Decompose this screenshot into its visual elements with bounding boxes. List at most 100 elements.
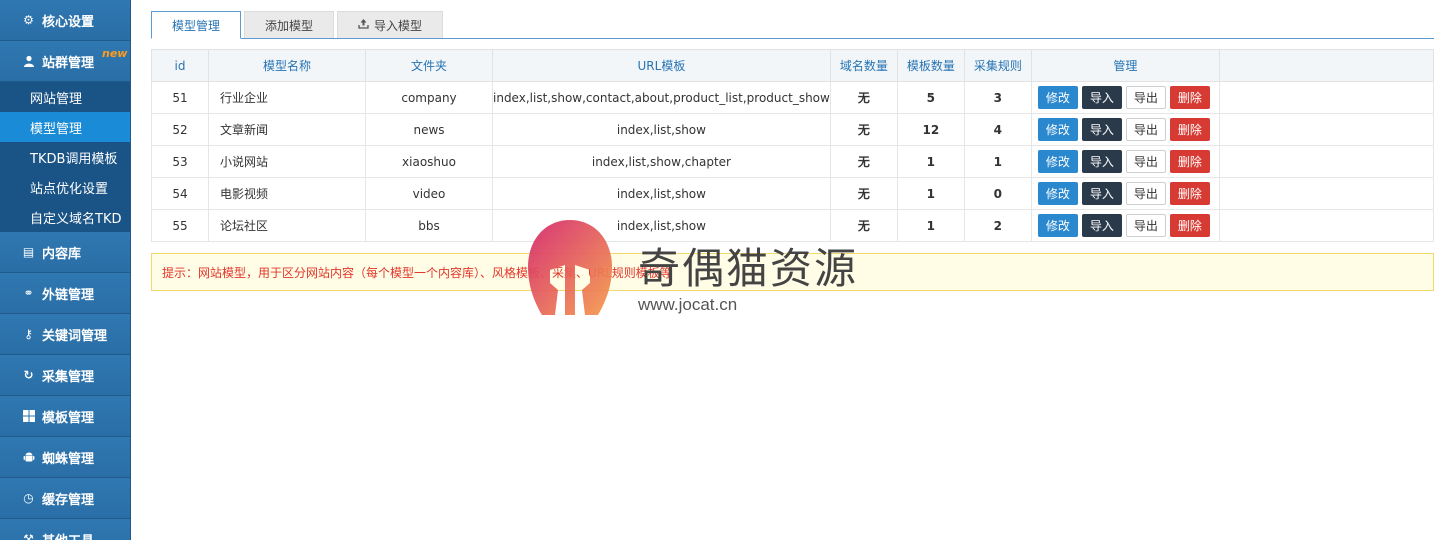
cell-url-template: index,list,show [492,113,831,146]
tab-import-model[interactable]: 导入模型 [337,11,444,38]
delete-button[interactable]: 删除 [1169,150,1210,173]
column-header-url-template: URL模板 [492,49,831,82]
cell-name: 电影视频 [208,177,366,210]
sidebar-subitem-model-manage[interactable]: 模型管理 [0,112,130,142]
delete-button[interactable]: 删除 [1169,118,1210,141]
windows-icon [22,410,35,423]
table-header-row: id 模型名称 文件夹 URL模板 域名数量 模板数量 采集规则 管理 [151,49,1434,82]
sidebar-item-other-tools[interactable]: ⚒ 其他工具 [0,519,130,540]
import-button[interactable]: 导入 [1081,182,1122,205]
link-icon: ⚭ [23,286,34,300]
export-button[interactable]: 导出 [1125,214,1166,237]
cell-template-count[interactable]: 5 [896,81,965,114]
sidebar-subitem-tkdb-template[interactable]: TKDB调用模板 [0,142,130,172]
delete-button[interactable]: 删除 [1169,86,1210,109]
cell-folder: video [365,177,493,210]
sidebar-item-label: 核心设置 [42,14,95,30]
cell-actions: 修改 导入 导出 删除 [1030,209,1220,242]
edit-button[interactable]: 修改 [1037,150,1078,173]
cell-id: 54 [151,177,209,210]
sidebar-item-label: 缓存管理 [42,492,95,508]
sidebar-item-site-group[interactable]: 站群管理 new [0,41,130,82]
delete-button[interactable]: 删除 [1169,182,1210,205]
cell-id: 52 [151,113,209,146]
column-header-template-count: 模板数量 [896,49,965,82]
sidebar-item-label: 站群管理 [42,55,95,71]
cell-folder: news [365,113,493,146]
cell-domain-count: 无 [829,177,898,210]
tab-add-model[interactable]: 添加模型 [244,11,335,38]
tab-model-manage[interactable]: 模型管理 [151,11,242,39]
table-row: 51 行业企业 company index,list,show,contact,… [151,81,1434,114]
table-row: 55 论坛社区 bbs index,list,show 无 1 2 修改 导入 … [151,209,1434,242]
cell-collect-rules[interactable]: 0 [963,177,1032,210]
sidebar-item-core-settings[interactable]: ⚙ 核心设置 [0,0,130,41]
cell-blank [1218,177,1434,210]
tab-label: 添加模型 [265,18,314,33]
gear-icon: ⚙ [23,13,34,27]
cell-actions: 修改 导入 导出 删除 [1030,177,1220,210]
table-row: 54 电影视频 video index,list,show 无 1 0 修改 导… [151,177,1434,210]
cell-collect-rules[interactable]: 2 [963,209,1032,242]
edit-button[interactable]: 修改 [1037,182,1078,205]
cell-name: 小说网站 [208,145,366,178]
cell-template-count[interactable]: 1 [896,177,965,210]
key-icon: ⚷ [24,327,33,341]
cell-url-template: index,list,show [492,177,831,210]
sidebar-item-content-library[interactable]: ▤ 内容库 [0,232,130,273]
sidebar-subitem-site-optimize[interactable]: 站点优化设置 [0,172,130,202]
main-content: 模型管理 添加模型 导入模型 id 模型名称 文件夹 URL模板 域名数量 模板… [131,0,1434,540]
cell-folder: bbs [365,209,493,242]
sidebar-item-label: 模板管理 [42,410,95,426]
sidebar-item-label: 采集管理 [42,369,95,385]
cell-domain-count: 无 [829,113,898,146]
sidebar-item-label: 其他工具 [42,530,94,540]
delete-button[interactable]: 删除 [1169,214,1210,237]
sidebar: ⚙ 核心设置 站群管理 new 网站管理 模型管理 TKDB调用模板 站点优化设… [0,0,131,540]
cell-collect-rules[interactable]: 4 [963,113,1032,146]
import-button[interactable]: 导入 [1081,214,1122,237]
tab-bar: 模型管理 添加模型 导入模型 [151,11,446,39]
edit-button[interactable]: 修改 [1037,214,1078,237]
cell-template-count[interactable]: 1 [896,209,965,242]
column-header-domain-count: 域名数量 [829,49,898,82]
tab-label: 导入模型 [374,18,423,33]
sidebar-item-cache-manage[interactable]: ◷ 缓存管理 [0,478,130,519]
export-button[interactable]: 导出 [1125,182,1166,205]
cell-template-count[interactable]: 12 [896,113,965,146]
export-button[interactable]: 导出 [1125,86,1166,109]
import-button[interactable]: 导入 [1081,86,1122,109]
sidebar-item-spider-manage[interactable]: 蜘蛛管理 [0,437,130,478]
column-header-id: id [151,49,209,82]
cell-blank [1218,81,1434,114]
cell-name: 论坛社区 [208,209,366,242]
cell-blank [1218,113,1434,146]
refresh-icon: ↻ [23,368,34,382]
export-button[interactable]: 导出 [1125,150,1166,173]
list-icon: ▤ [22,245,35,259]
sidebar-item-keyword-manage[interactable]: ⚷ 关键词管理 [0,314,130,355]
edit-button[interactable]: 修改 [1037,118,1078,141]
sidebar-subitem-site-manage[interactable]: 网站管理 [0,82,130,112]
cell-collect-rules[interactable]: 1 [963,145,1032,178]
cell-blank [1218,145,1434,178]
cell-name: 文章新闻 [208,113,366,146]
model-table: id 模型名称 文件夹 URL模板 域名数量 模板数量 采集规则 管理 51 行… [151,49,1434,242]
cell-url-template: index,list,show,chapter [492,145,831,178]
cell-collect-rules[interactable]: 3 [963,81,1032,114]
cell-id: 53 [151,145,209,178]
cell-template-count[interactable]: 1 [896,145,965,178]
cell-blank [1218,209,1434,242]
table-row: 52 文章新闻 news index,list,show 无 12 4 修改 导… [151,113,1434,146]
sidebar-item-collect-manage[interactable]: ↻ 采集管理 [0,355,130,396]
import-button[interactable]: 导入 [1081,118,1122,141]
import-button[interactable]: 导入 [1081,150,1122,173]
sidebar-item-link-manage[interactable]: ⚭ 外链管理 [0,273,130,314]
sidebar-subitem-custom-domain-tkd[interactable]: 自定义域名TKD [0,202,130,232]
sidebar-item-template-manage[interactable]: 模板管理 [0,396,130,437]
cell-domain-count: 无 [829,81,898,114]
edit-button[interactable]: 修改 [1037,86,1078,109]
export-button[interactable]: 导出 [1125,118,1166,141]
cell-name: 行业企业 [208,81,366,114]
cell-url-template: index,list,show,contact,about,product_li… [492,81,831,114]
